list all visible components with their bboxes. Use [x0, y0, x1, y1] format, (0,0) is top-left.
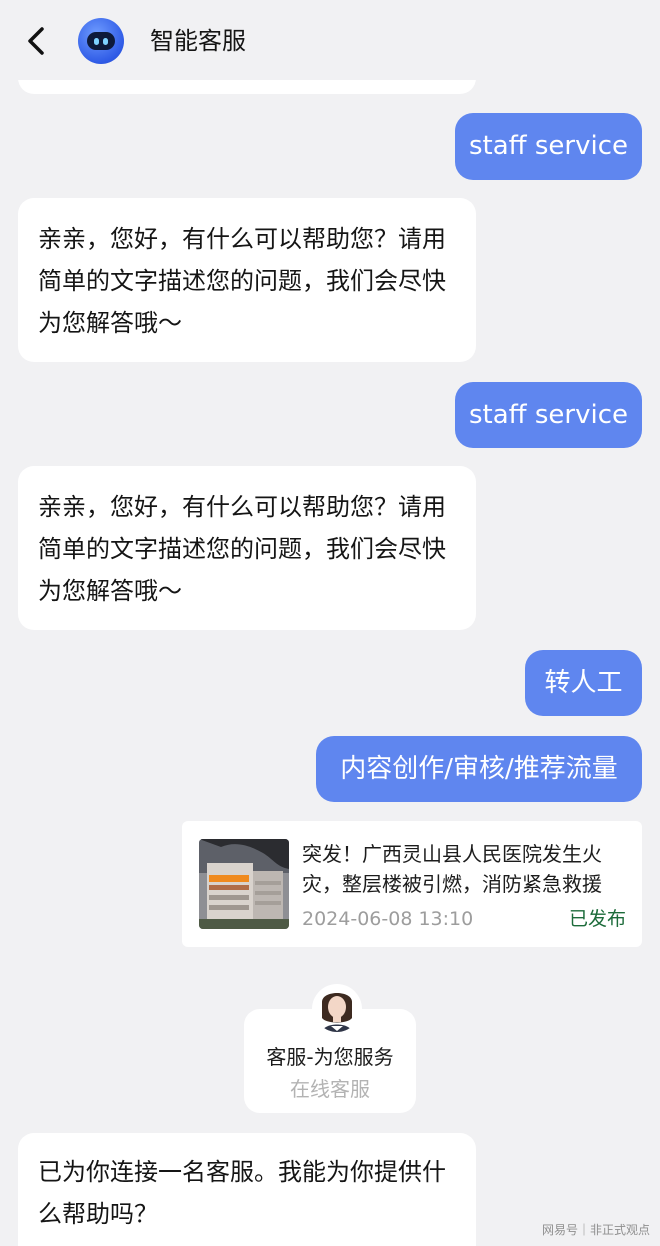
bot-reply-2: 亲亲，您好，有什么可以帮助您？请用简单的文字描述您的问题，我们会尽快为您解答哦～	[18, 466, 476, 630]
user-message-staff-service-1: staff service	[455, 113, 642, 180]
page-title: 智能客服	[150, 27, 246, 55]
burning-building-image	[199, 839, 289, 929]
robot-eye-right	[103, 38, 108, 45]
user-message-text: 转人工	[544, 668, 623, 698]
agent-message-text: 已为你连接一名客服。我能为你提供什么帮助吗？	[38, 1158, 446, 1228]
watermark: 网易号｜非正式观点	[541, 1223, 650, 1237]
user-message-staff-service-2: staff service	[455, 382, 642, 448]
robot-eye-left	[94, 38, 99, 45]
user-message-text: staff service	[469, 131, 628, 161]
user-message-topic: 内容创作/审核/推荐流量	[316, 736, 642, 802]
agent-message: 已为你连接一名客服。我能为你提供什么帮助吗？	[18, 1133, 476, 1246]
bot-reply-text: 亲亲，您好，有什么可以帮助您？请用简单的文字描述您的问题，我们会尽快为您解答哦～	[38, 493, 446, 605]
news-thumbnail[interactable]	[199, 839, 289, 929]
chevron-left-icon	[28, 27, 44, 55]
news-status: 已发布	[568, 908, 626, 930]
bot-reply-text: 亲亲，您好，有什么可以帮助您？请用简单的文字描述您的问题，我们会尽快为您解答哦～	[38, 225, 446, 337]
back-button[interactable]	[22, 24, 52, 58]
user-message-transfer: 转人工	[525, 650, 642, 716]
robot-avatar-icon	[78, 18, 124, 64]
news-title[interactable]: 突发！广西灵山县人民医院发生火灾，整层楼被引燃，消防紧急救援	[302, 839, 628, 899]
agent-avatar-icon	[314, 986, 360, 1032]
chat-area: staff service 亲亲，您好，有什么可以帮助您？请用简单的文字描述您的…	[0, 0, 660, 1246]
robot-face	[87, 32, 115, 50]
agent-name: 客服-为您服务	[266, 1045, 394, 1069]
agent-status: 在线客服	[290, 1077, 370, 1101]
agent-avatar	[314, 986, 360, 1032]
bot-reply-1: 亲亲，您好，有什么可以帮助您？请用简单的文字描述您的问题，我们会尽快为您解答哦～	[18, 198, 476, 362]
user-message-text: 内容创作/审核/推荐流量	[340, 754, 618, 784]
user-message-text: staff service	[469, 400, 628, 430]
app-header: 智能客服	[0, 0, 660, 80]
news-card[interactable]: 突发！广西灵山县人民医院发生火灾，整层楼被引燃，消防紧急救援 2024-06-0…	[182, 821, 642, 947]
news-date: 2024-06-08 13:10	[302, 908, 474, 930]
